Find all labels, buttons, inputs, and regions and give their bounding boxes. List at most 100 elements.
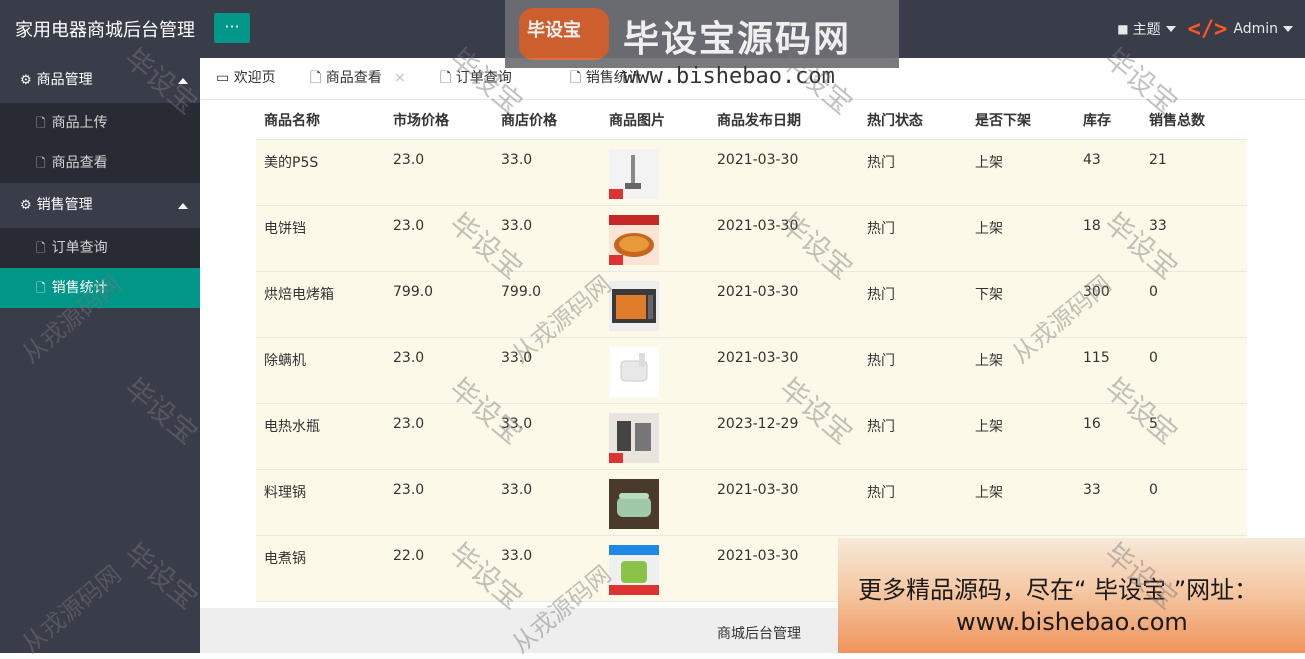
column-header: 市场价格 — [385, 100, 493, 140]
cell-date: 2021-03-30 — [709, 535, 859, 602]
document-icon: 🗋 — [440, 70, 452, 86]
cell-date: 2023-12-29 — [709, 403, 859, 470]
cell-shelf: 上架 — [967, 205, 1075, 272]
cell-stock: 16 — [1075, 403, 1141, 470]
cell-sales: 5 — [1141, 403, 1247, 470]
cell-name: 电煮锅 — [256, 535, 385, 602]
theme-menu[interactable]: ■ 主题 — [1117, 19, 1176, 39]
sidebar: ⚙ 商品管理 🗋 商品上传 🗋 商品查看 ⚙ 销售管理 🗋 订单查询 🗋 销售统计 — [0, 58, 200, 653]
document-icon: 🗋 — [36, 116, 46, 130]
watermark-banner: 毕设宝 毕设宝源码网 — [505, 0, 899, 68]
document-icon: 🗋 — [36, 241, 46, 255]
tab-label: 订单查询 — [455, 70, 512, 86]
sidebar-toggle-button[interactable]: ··· — [214, 13, 250, 43]
column-header: 商品图片 — [601, 100, 709, 140]
cell-shelf: 下架 — [967, 271, 1075, 338]
cell-market-price: 23.0 — [385, 337, 493, 404]
table-row: 料理锅 23.0 33.0 2021-03-30 热门 上架 33 0 — [256, 469, 1247, 536]
cell-hot: 热门 — [859, 403, 967, 470]
sidebar-item-sales-stats[interactable]: 🗋 销售统计 — [0, 268, 200, 308]
cell-image — [601, 205, 709, 272]
chevron-down-icon — [1283, 26, 1293, 32]
user-menu[interactable]: </> Admin — [1188, 17, 1293, 42]
ad-banner: 更多精品源码，尽在“ 毕设宝 ”网址： www.bishebao.com — [838, 538, 1305, 653]
cell-image — [601, 469, 709, 536]
theme-label: 主题 — [1132, 22, 1161, 38]
cell-image — [601, 271, 709, 338]
cell-shelf: 上架 — [967, 139, 1075, 206]
window-icon: ▭ — [216, 70, 230, 86]
sales-table: 商品名称 市场价格 商店价格 商品图片 商品发布日期 热门状态 是否下架 库存 … — [256, 100, 1247, 602]
cell-store-price: 33.0 — [493, 337, 601, 404]
product-image — [609, 479, 659, 529]
cell-image — [601, 337, 709, 404]
cell-store-price: 33.0 — [493, 205, 601, 272]
product-image — [609, 215, 659, 265]
sidebar-group-label: 销售管理 — [36, 197, 93, 213]
cell-shelf: 上架 — [967, 403, 1075, 470]
cell-store-price: 799.0 — [493, 271, 601, 338]
cell-stock: 18 — [1075, 205, 1141, 272]
sidebar-group-sales[interactable]: ⚙ 销售管理 — [0, 183, 200, 228]
theme-icon: ■ — [1117, 22, 1129, 36]
cell-name: 除螨机 — [256, 337, 385, 404]
cell-store-price: 33.0 — [493, 139, 601, 206]
sidebar-group-label: 商品管理 — [36, 72, 93, 88]
product-image — [609, 413, 659, 463]
sidebar-item-label: 商品查看 — [51, 155, 108, 171]
tab-label: 商品查看 — [325, 70, 382, 86]
table-header-row: 商品名称 市场价格 商店价格 商品图片 商品发布日期 热门状态 是否下架 库存 … — [256, 100, 1247, 140]
column-header: 商品发布日期 — [709, 100, 859, 140]
cell-market-price: 23.0 — [385, 205, 493, 272]
sidebar-item-label: 商品上传 — [51, 115, 108, 131]
table-row: 美的P5S 23.0 33.0 2021-03-30 热门 上架 43 21 — [256, 139, 1247, 206]
cell-stock: 43 — [1075, 139, 1141, 206]
table-row: 烘焙电烤箱 799.0 799.0 2021-03-30 热门 下架 300 0 — [256, 271, 1247, 338]
cell-sales: 33 — [1141, 205, 1247, 272]
banner-title: 毕设宝源码网 — [623, 19, 852, 60]
cell-shelf: 上架 — [967, 469, 1075, 536]
gear-icon: ⚙ — [20, 198, 32, 213]
product-image — [609, 545, 659, 595]
tab-product-view[interactable]: 🗋 商品查看 × — [310, 58, 406, 99]
tab-welcome[interactable]: ▭ 欢迎页 — [216, 58, 276, 99]
sidebar-item-product-view[interactable]: 🗋 商品查看 — [0, 143, 200, 183]
cell-stock: 33 — [1075, 469, 1141, 536]
ad-text: 更多精品源码，尽在“ 毕设宝 ”网址： — [858, 576, 1259, 604]
main-content: 商品名称 市场价格 商店价格 商品图片 商品发布日期 热门状态 是否下架 库存 … — [200, 100, 1305, 608]
cell-market-price: 23.0 — [385, 139, 493, 206]
cell-hot: 热门 — [859, 139, 967, 206]
cell-sales: 0 — [1141, 271, 1247, 338]
cell-shelf: 上架 — [967, 337, 1075, 404]
table-row: 电热水瓶 23.0 33.0 2023-12-29 热门 上架 16 5 — [256, 403, 1247, 470]
document-icon: 🗋 — [310, 70, 322, 86]
cell-image — [601, 139, 709, 206]
cell-hot: 热门 — [859, 469, 967, 536]
sidebar-item-label: 销售统计 — [51, 280, 108, 296]
cell-name: 料理锅 — [256, 469, 385, 536]
cell-name: 电热水瓶 — [256, 403, 385, 470]
cell-name: 烘焙电烤箱 — [256, 271, 385, 338]
product-image — [609, 149, 659, 199]
product-image — [609, 281, 659, 331]
column-header: 销售总数 — [1141, 100, 1247, 140]
table-row: 除螨机 23.0 33.0 2021-03-30 热门 上架 115 0 — [256, 337, 1247, 404]
column-header: 商品名称 — [256, 100, 385, 140]
sidebar-item-product-upload[interactable]: 🗋 商品上传 — [0, 103, 200, 143]
column-header: 商店价格 — [493, 100, 601, 140]
cell-market-price: 22.0 — [385, 535, 493, 602]
tab-order-query[interactable]: 🗋 订单查询 — [440, 58, 512, 99]
cell-image — [601, 535, 709, 602]
cell-date: 2021-03-30 — [709, 469, 859, 536]
admin-label: Admin — [1233, 21, 1278, 37]
table-row: 电饼铛 23.0 33.0 2021-03-30 热门 上架 18 33 — [256, 205, 1247, 272]
gear-icon: ⚙ — [20, 73, 32, 88]
document-icon: 🗋 — [36, 156, 46, 170]
sidebar-group-product[interactable]: ⚙ 商品管理 — [0, 58, 200, 103]
cell-hot: 热门 — [859, 271, 967, 338]
close-icon[interactable]: × — [394, 70, 406, 86]
cell-market-price: 799.0 — [385, 271, 493, 338]
sidebar-item-order-query[interactable]: 🗋 订单查询 — [0, 228, 200, 268]
chevron-up-icon — [178, 78, 188, 84]
cell-date: 2021-03-30 — [709, 205, 859, 272]
